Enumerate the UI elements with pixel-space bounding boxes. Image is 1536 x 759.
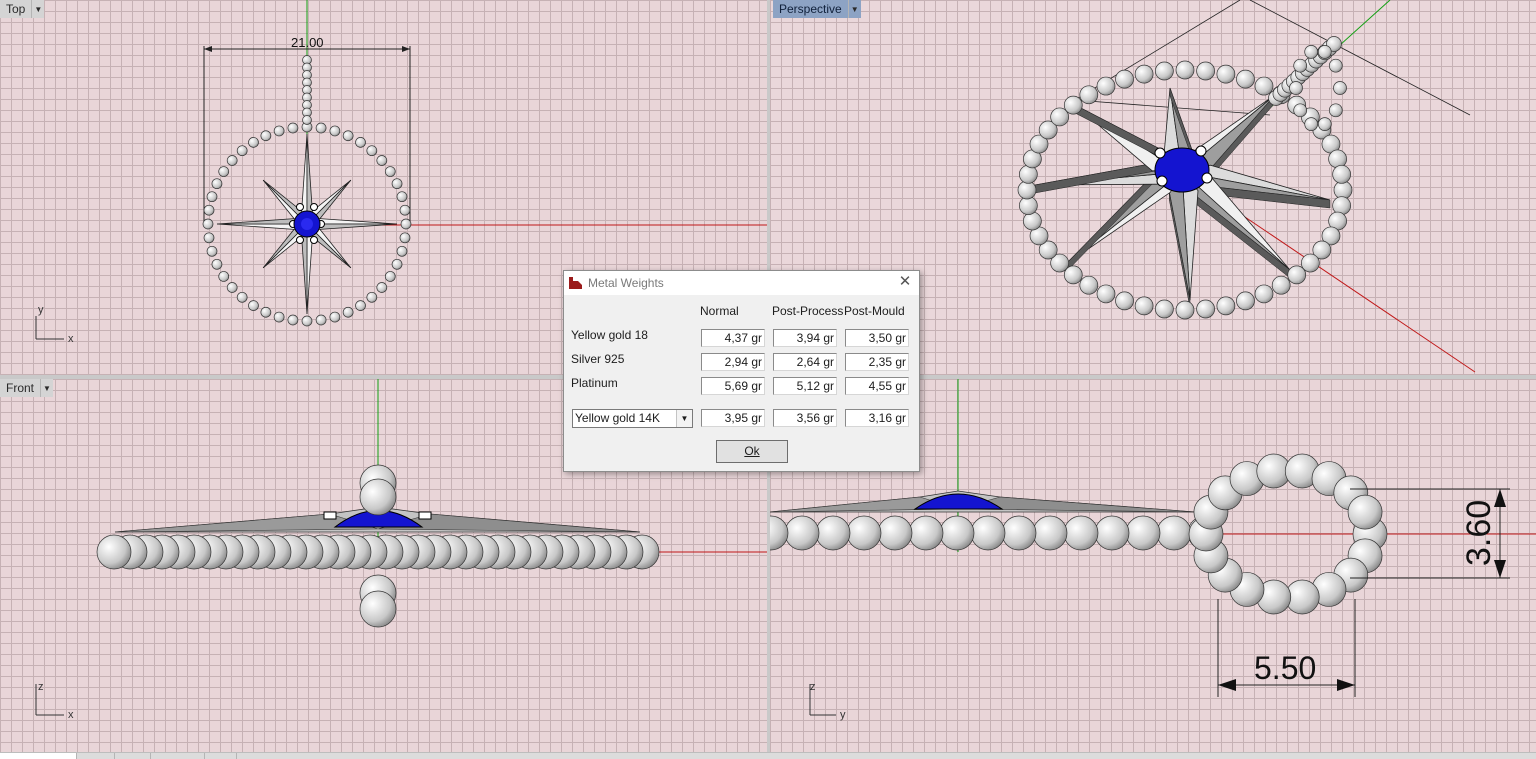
chevron-down-icon[interactable]: ▼ <box>676 410 692 427</box>
bead-row <box>770 515 1223 551</box>
weight-field[interactable]: 3,56 gr <box>773 409 837 427</box>
axis-label-z: z <box>810 681 816 693</box>
metal-label: Yellow gold 18 <box>571 328 648 342</box>
dimension-width-label: 5.50 <box>1254 650 1316 686</box>
chevron-down-icon[interactable]: ▼ <box>32 0 45 18</box>
weight-field[interactable]: 3,94 gr <box>773 329 837 347</box>
axis-label-z: z <box>38 681 44 693</box>
weight-field[interactable]: 2,35 gr <box>845 353 909 371</box>
metal-label: Platinum <box>571 376 618 390</box>
ok-button[interactable]: Ok <box>716 440 788 463</box>
weight-field[interactable]: 3,95 gr <box>701 409 765 427</box>
front-viewport-label[interactable]: Front ▼ <box>0 379 54 397</box>
weight-field[interactable]: 3,50 gr <box>845 329 909 347</box>
axis-label-x: x <box>68 709 74 721</box>
column-header-normal: Normal <box>700 304 739 318</box>
dialog-title: Metal Weights <box>588 276 664 290</box>
column-header-post-process: Post-Process <box>772 304 844 318</box>
weight-field[interactable]: 4,55 gr <box>845 377 909 395</box>
metal-label: Silver 925 <box>571 352 625 366</box>
dimension-height-label: 3.60 <box>1460 500 1498 566</box>
axis-label-y: y <box>38 304 44 316</box>
weight-field[interactable]: 4,37 gr <box>701 329 765 347</box>
chevron-down-icon[interactable]: ▼ <box>848 0 861 18</box>
column-header-post-mould: Post-Mould <box>844 304 905 318</box>
weight-field[interactable]: 2,94 gr <box>701 353 765 371</box>
dialog-titlebar[interactable]: Metal Weights ✕ <box>564 271 919 295</box>
viewport-title[interactable]: Front <box>0 379 42 397</box>
app-icon <box>569 277 582 289</box>
weight-field[interactable]: 3,16 gr <box>845 409 909 427</box>
top-dimension-label: 21.00 <box>291 35 324 50</box>
metal-select-value: Yellow gold 14K <box>575 411 660 425</box>
close-icon[interactable]: ✕ <box>897 274 913 290</box>
chevron-down-icon[interactable]: ▼ <box>41 379 54 397</box>
axis-label-y: y <box>840 709 846 721</box>
weight-field[interactable]: 5,69 gr <box>701 377 765 395</box>
top-viewport-label[interactable]: Top ▼ <box>0 0 45 18</box>
weight-field[interactable]: 2,64 gr <box>773 353 837 371</box>
metal-weights-dialog: Metal Weights ✕ Normal Post-Process Post… <box>563 270 920 472</box>
metal-select[interactable]: Yellow gold 14K ▼ <box>572 409 693 428</box>
viewport-title[interactable]: Top <box>0 0 33 18</box>
perspective-viewport-label[interactable]: Perspective ▼ <box>773 0 861 18</box>
bead-row <box>96 534 660 570</box>
weight-field[interactable]: 5,12 gr <box>773 377 837 395</box>
axis-label-x: x <box>68 333 74 345</box>
viewport-title[interactable]: Perspective <box>773 0 849 18</box>
